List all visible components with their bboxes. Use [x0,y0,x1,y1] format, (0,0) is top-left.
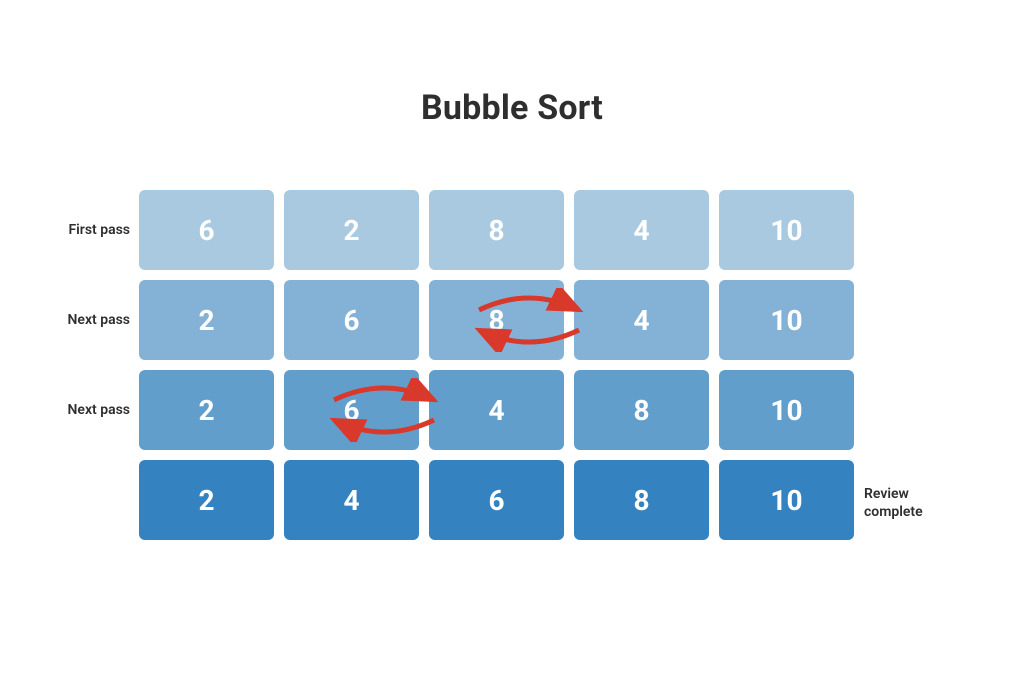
cell: 8 [429,190,564,270]
cell: 6 [139,190,274,270]
cell: 10 [719,190,854,270]
page-title: Bubble Sort [0,88,1024,128]
cell: 8 [574,370,709,450]
row-label-left-2: Next pass [40,402,130,418]
cell: 4 [574,280,709,360]
cell: 2 [284,190,419,270]
cell: 6 [429,460,564,540]
cell: 10 [719,280,854,360]
row-label-right-3: Review complete [864,485,984,521]
cell: 4 [429,370,564,450]
table-row: 2 6 4 8 10 [139,370,855,450]
cell: 2 [139,370,274,450]
cell: 4 [284,460,419,540]
cell: 2 [139,460,274,540]
cell: 6 [284,280,419,360]
sort-grid: 6 2 8 4 10 2 6 8 4 10 2 [139,190,855,550]
diagram-page: Bubble Sort First pass Next pass Next pa… [0,0,1024,683]
table-row: 6 2 8 4 10 [139,190,855,270]
cell: 4 [574,190,709,270]
table-row: 2 6 8 4 10 [139,280,855,360]
row-label-left-0: First pass [40,222,130,238]
row-label-left-1: Next pass [40,312,130,328]
cell: 2 [139,280,274,360]
cell: 6 [284,370,419,450]
table-row: 2 4 6 8 10 [139,460,855,540]
cell: 10 [719,460,854,540]
cell: 8 [429,280,564,360]
cell: 8 [574,460,709,540]
cell: 10 [719,370,854,450]
